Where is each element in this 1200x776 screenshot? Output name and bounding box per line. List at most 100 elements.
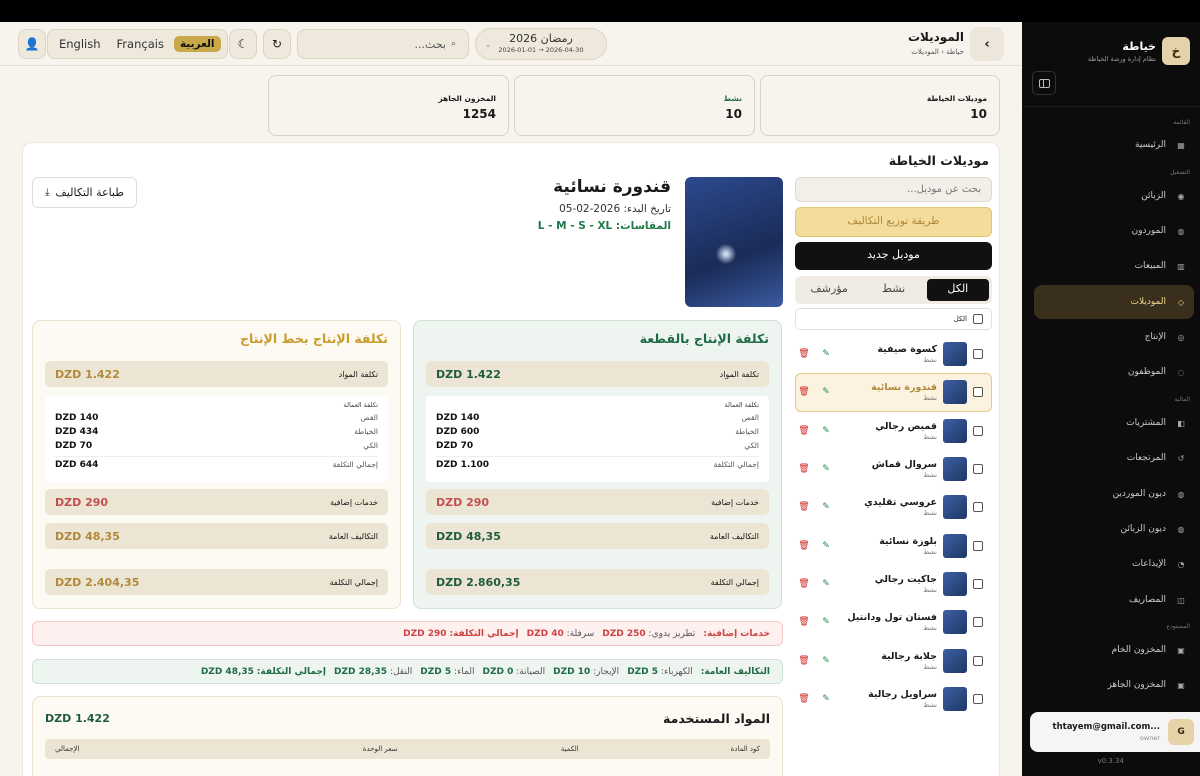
model-name: قندورة نسائية xyxy=(871,382,937,394)
breadcrumb: خياطة › الموديلات xyxy=(911,48,964,56)
sidebar-item-suppliers[interactable]: ◍ الموردون xyxy=(1034,214,1200,248)
row-checkbox[interactable] xyxy=(973,464,983,475)
row-checkbox[interactable] xyxy=(973,387,983,398)
sidebar-item-deposits[interactable]: ◔ الإيداعات xyxy=(1034,547,1200,581)
list-item[interactable]: فستان تول ودانتيل نشط ✎ 🗑 xyxy=(795,603,992,641)
row-checkbox[interactable] xyxy=(973,617,983,628)
sidebar-item-models[interactable]: ◇ الموديلات xyxy=(1034,285,1194,319)
row-checkbox[interactable] xyxy=(973,578,983,589)
list-item[interactable]: سروال قماش نشط ✎ 🗑 xyxy=(795,450,992,488)
list-item[interactable]: قندورة نسائية نشط ✎ 🗑 xyxy=(795,373,992,412)
edit-icon[interactable]: ✎ xyxy=(818,694,834,704)
trash-icon[interactable]: 🗑 xyxy=(796,617,812,627)
cost-distribution-button[interactable]: طريقة توزيع التكاليف xyxy=(795,207,992,237)
sidebar-item-returns[interactable]: ↺ المرتجعات xyxy=(1034,441,1200,475)
sidebar-item-production[interactable]: ◎ الإنتاج xyxy=(1034,320,1200,354)
labor-value: DZD 140 xyxy=(436,413,480,423)
list-item[interactable]: عروسي تقليدي نشط ✎ 🗑 xyxy=(795,488,992,526)
sidebar-item-expenses[interactable]: ◫ المصاريف xyxy=(1034,583,1200,617)
user-menu-button[interactable]: 👤 xyxy=(18,29,46,59)
model-search-input[interactable]: بحث عن موديل... xyxy=(795,177,992,202)
trash-icon[interactable]: 🗑 xyxy=(796,656,812,666)
per-piece-cost-card: تكلفة الإنتاج بالقطعة تكلفة المواد DZD 1.… xyxy=(413,320,782,609)
trash-icon[interactable]: 🗑 xyxy=(796,387,812,397)
sidebar-item-purchases[interactable]: ◧ المشتريات xyxy=(1034,406,1200,440)
overhead-row: التكاليف العامة DZD 48,35 xyxy=(45,523,388,549)
band-title: التكاليف العامة: xyxy=(700,666,770,677)
row-label: تكلفة المواد xyxy=(719,369,759,379)
list-item[interactable]: جلابة رجالية نشط ✎ 🗑 xyxy=(795,641,992,679)
edit-icon[interactable]: ✎ xyxy=(818,426,834,436)
edit-icon[interactable]: ✎ xyxy=(818,464,834,474)
row-checkbox[interactable] xyxy=(973,693,983,704)
list-item[interactable]: قميص رجالي نشط ✎ 🗑 xyxy=(795,412,992,450)
stat-label: نشط xyxy=(723,94,742,103)
model-name: قميص رجالي xyxy=(875,420,937,432)
tab-archived[interactable]: مؤرشف xyxy=(798,279,860,301)
list-item[interactable]: بلوزة نسائية نشط ✎ 🗑 xyxy=(795,526,992,564)
trash-icon[interactable]: 🗑 xyxy=(796,579,812,589)
print-costs-button[interactable]: طباعة التكاليف ⤓ xyxy=(32,177,137,208)
sidebar-item-supplier-debts[interactable]: ◍ ديون الموردين xyxy=(1034,477,1200,511)
row-checkbox[interactable] xyxy=(973,349,983,360)
total-cost-row: إجمالي التكلفة DZD 2.860,35 xyxy=(426,569,769,595)
edit-icon[interactable]: ✎ xyxy=(818,617,834,627)
sidebar-item-employees[interactable]: ◌ الموظفون xyxy=(1034,355,1200,389)
row-checkbox[interactable] xyxy=(973,540,983,551)
trash-icon[interactable]: 🗑 xyxy=(796,541,812,551)
lang-arabic[interactable]: العربية xyxy=(173,36,221,52)
sidebar-item-customer-debts[interactable]: ◍ ديون الزبائن xyxy=(1034,512,1200,546)
trash-icon[interactable]: 🗑 xyxy=(796,502,812,512)
search-input[interactable]: ⌕ بحث... xyxy=(297,29,469,59)
season-selector[interactable]: رمضان 2026 2026-01-01 → 2026-04-30 ⌄ xyxy=(475,28,607,60)
sidebar-item-label: الموديلات xyxy=(1130,297,1166,307)
list-item[interactable]: سراويل رجالية نشط ✎ 🗑 xyxy=(795,680,992,718)
lang-french[interactable]: Français xyxy=(111,35,170,53)
row-checkbox[interactable] xyxy=(973,425,983,436)
band-title: خدمات إضافية: xyxy=(703,628,770,639)
model-list: كسوة صيفية نشط ✎ 🗑 قندورة نسائية نشط ✎ 🗑 قميص … xyxy=(795,335,992,718)
column-header: كود المادة xyxy=(730,745,760,753)
trash-icon[interactable]: 🗑 xyxy=(796,694,812,704)
stat-label: المخزون الجاهز xyxy=(438,94,496,103)
trash-icon[interactable]: 🗑 xyxy=(796,426,812,436)
sidebar-item-customers[interactable]: ◉ الزبائن xyxy=(1034,179,1200,213)
list-item[interactable]: كسوة صيفية نشط ✎ 🗑 xyxy=(795,335,992,373)
row-checkbox[interactable] xyxy=(973,655,983,666)
edit-icon[interactable]: ✎ xyxy=(818,541,834,551)
labor-header: تكلفة العمالة xyxy=(724,401,759,409)
sidebar-item-ready-stock[interactable]: ▣ المخزون الجاهز xyxy=(1034,668,1200,702)
returns-icon: ↺ xyxy=(1177,453,1185,463)
refresh-button[interactable]: ↻ xyxy=(263,29,291,59)
edit-icon[interactable]: ✎ xyxy=(818,579,834,589)
page-title: الموديلات xyxy=(907,30,964,44)
select-all-checkbox[interactable] xyxy=(973,314,983,324)
trash-icon[interactable]: 🗑 xyxy=(796,464,812,474)
lang-english[interactable]: English xyxy=(53,35,107,53)
edit-icon[interactable]: ✎ xyxy=(818,502,834,512)
model-status: نشط xyxy=(923,394,937,403)
trash-icon[interactable]: 🗑 xyxy=(796,349,812,359)
back-button[interactable]: ‹ xyxy=(970,27,1004,61)
labor-total: إجمالي التكلفة DZD 1.100 xyxy=(436,456,759,470)
search-icon: ⌕ xyxy=(450,39,456,49)
stat-value: 1254 xyxy=(462,107,496,121)
sidebar-item-sales[interactable]: ▥ المبيعات xyxy=(1034,249,1200,283)
user-card[interactable]: G thtayem@gmail.com... owner xyxy=(1030,712,1200,752)
edit-icon[interactable]: ✎ xyxy=(818,349,834,359)
sidebar-item-home[interactable]: ▦ الرئيسية xyxy=(1034,128,1200,162)
band-total-label: إجمالي التكلفة: xyxy=(256,666,326,677)
edit-icon[interactable]: ✎ xyxy=(818,656,834,666)
tab-all[interactable]: الكل xyxy=(926,279,989,301)
edit-icon[interactable]: ✎ xyxy=(818,387,834,397)
sidebar-item-label: المخزون الخام xyxy=(1111,645,1166,655)
band-item-label: الصيانة: xyxy=(516,666,546,677)
new-model-button[interactable]: موديل جديد xyxy=(795,242,992,270)
row-checkbox[interactable] xyxy=(973,502,983,513)
theme-toggle-button[interactable]: ☾ xyxy=(229,29,257,59)
ready-stock-icon: ▣ xyxy=(1177,680,1185,690)
sidebar-item-raw-stock[interactable]: ▣ المخزون الخام xyxy=(1034,633,1200,667)
list-item[interactable]: جاكيت رجالي نشط ✎ 🗑 xyxy=(795,565,992,603)
tab-active[interactable]: نشط xyxy=(862,279,924,301)
sidebar-toggle-button[interactable] xyxy=(1032,71,1056,95)
